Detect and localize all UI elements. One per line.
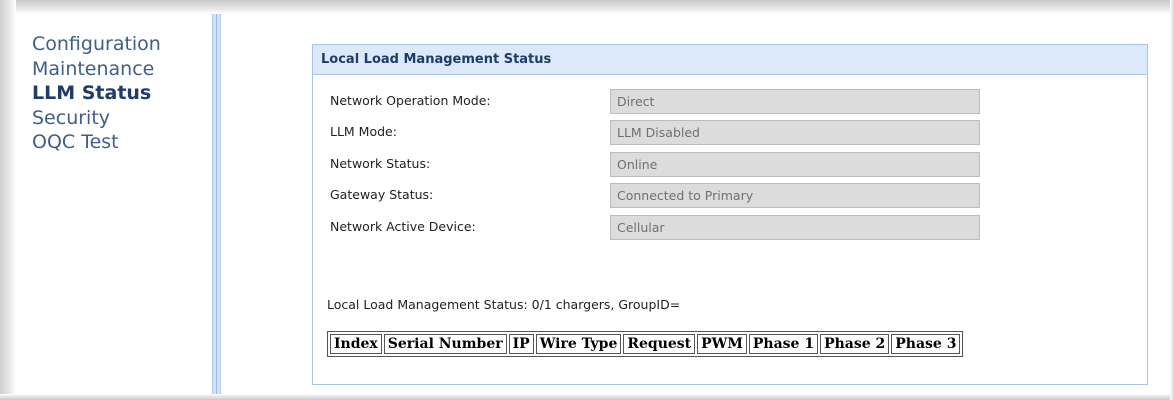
window-left-shadow [0, 0, 16, 400]
window-top-shadow [0, 0, 1174, 14]
sidebar-nav: Configuration Maintenance LLM Status Sec… [32, 32, 212, 155]
nav-item-maintenance[interactable]: Maintenance [32, 57, 212, 82]
field-value-gateway-status: Connected to Primary [610, 183, 980, 208]
field-label: Network Operation Mode: [330, 93, 491, 108]
col-serial-number: Serial Number [383, 334, 507, 354]
field-label: Gateway Status: [330, 187, 434, 202]
window-bottom-shadow [0, 394, 1174, 400]
field-value-network-operation-mode: Direct [610, 89, 980, 114]
field-value-network-status: Online [610, 152, 980, 177]
field-network-operation-mode: Network Operation Mode: Direct [330, 89, 1130, 114]
col-pwm: PWM [697, 334, 747, 354]
col-request: Request [623, 334, 696, 354]
llm-summary-text: Local Load Management Status: 0/1 charge… [327, 297, 681, 312]
field-label: Network Active Device: [330, 219, 476, 234]
table-header-row: Index Serial Number IP Wire Type Request… [330, 334, 961, 354]
field-label: LLM Mode: [330, 124, 397, 139]
nav-item-configuration[interactable]: Configuration [32, 32, 212, 57]
llm-status-panel: Local Load Management Status Network Ope… [312, 44, 1148, 385]
field-llm-mode: LLM Mode: LLM Disabled [330, 120, 1130, 145]
field-value-network-active-device: Cellular [610, 215, 980, 240]
col-phase-2: Phase 2 [820, 334, 890, 354]
chargers-table: Index Serial Number IP Wire Type Request… [327, 331, 964, 357]
sidebar-separator[interactable] [212, 14, 221, 394]
panel-title: Local Load Management Status [313, 45, 1147, 75]
nav-item-oqc-test[interactable]: OQC Test [32, 130, 212, 155]
nav-item-llm-status[interactable]: LLM Status [32, 81, 212, 106]
window-right-edge [1170, 0, 1174, 400]
field-label: Network Status: [330, 156, 431, 171]
nav-item-security[interactable]: Security [32, 106, 212, 131]
field-network-status: Network Status: Online [330, 152, 1130, 177]
col-ip: IP [508, 334, 534, 354]
col-phase-3: Phase 3 [891, 334, 961, 354]
field-gateway-status: Gateway Status: Connected to Primary [330, 183, 1130, 208]
col-phase-1: Phase 1 [748, 334, 819, 354]
field-network-active-device: Network Active Device: Cellular [330, 215, 1130, 240]
col-index: Index [330, 334, 382, 354]
field-value-llm-mode: LLM Disabled [610, 120, 980, 145]
col-wire-type: Wire Type [535, 334, 622, 354]
